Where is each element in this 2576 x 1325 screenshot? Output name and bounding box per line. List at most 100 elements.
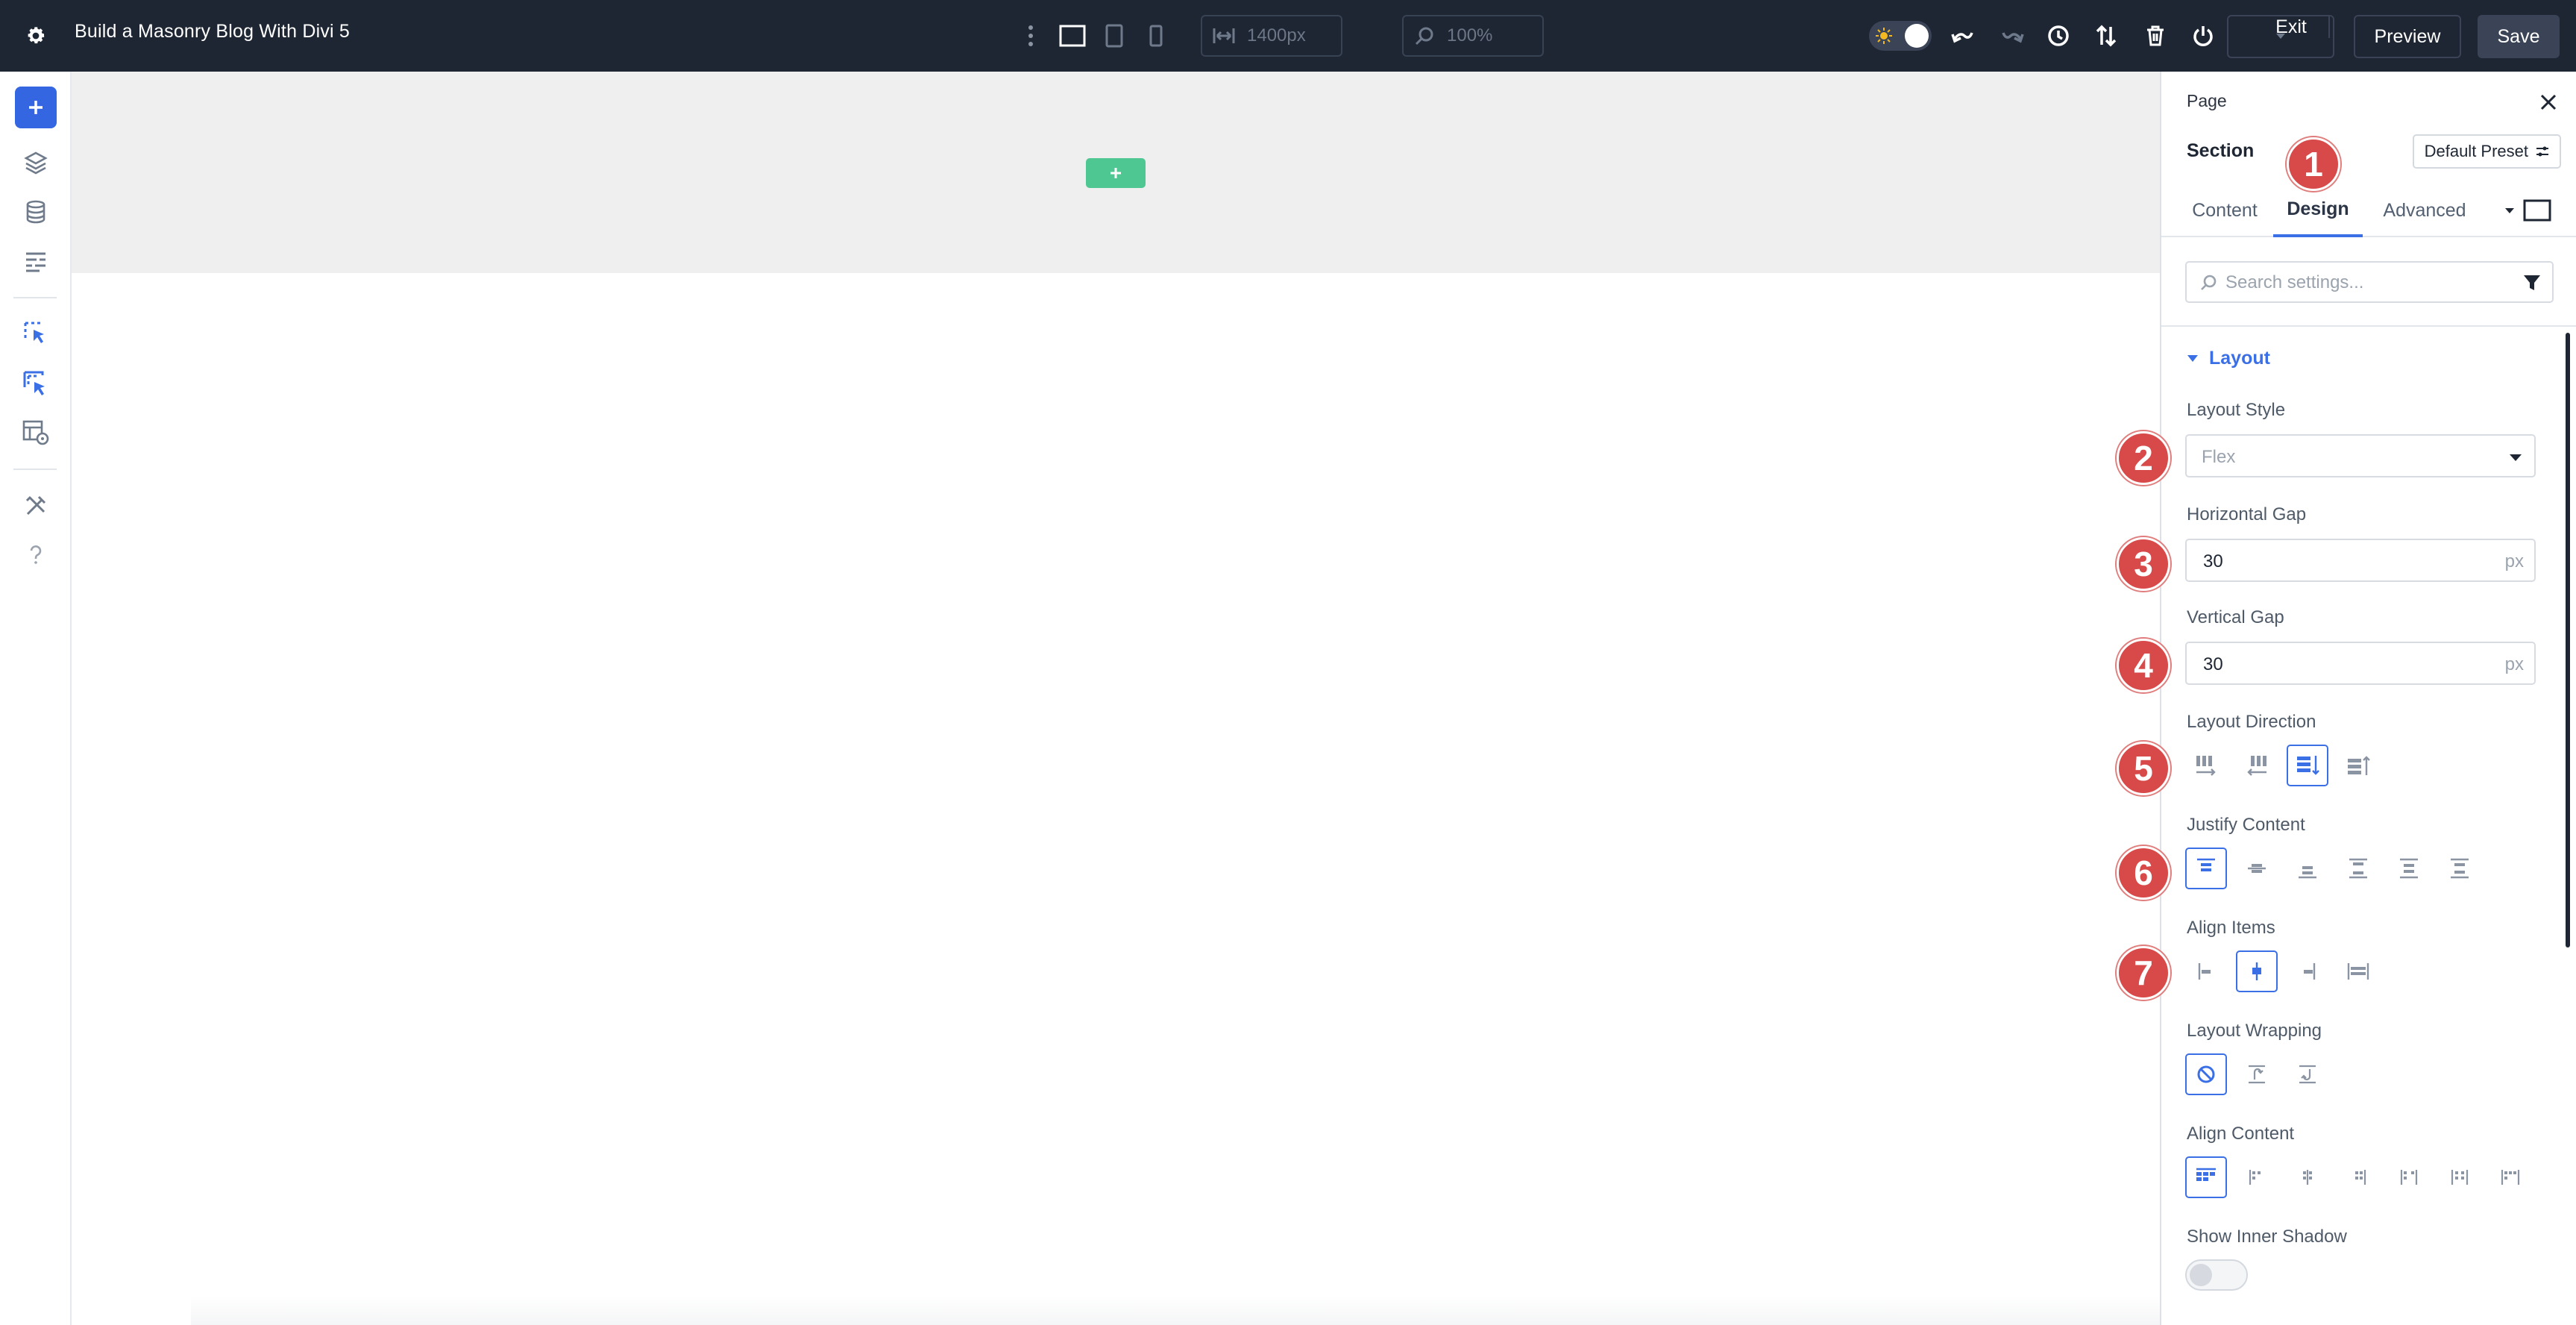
- wrap-icon[interactable]: [2236, 1053, 2278, 1095]
- exit-label: Exit: [2254, 16, 2330, 38]
- panel-view-icon[interactable]: [2522, 198, 2552, 222]
- tab-content[interactable]: Content: [2184, 184, 2266, 237]
- layout-direction-label: Layout Direction: [2187, 712, 2316, 732]
- power-icon[interactable]: [2187, 19, 2220, 52]
- settings-panel: Page Section Default Preset Content Desi…: [2160, 72, 2576, 1325]
- align-center-icon[interactable]: [2236, 950, 2278, 992]
- add-icon[interactable]: [15, 87, 57, 128]
- align-content-space-evenly-icon[interactable]: [2439, 1156, 2481, 1198]
- justify-space-around-icon[interactable]: [2388, 848, 2430, 889]
- plus-icon: [1110, 168, 1121, 178]
- panel-scrollbar[interactable]: [2566, 333, 2570, 947]
- layout-wrapping-label: Layout Wrapping: [2187, 1021, 2322, 1041]
- zoom-value: 100%: [1447, 25, 1493, 46]
- align-stretch-icon[interactable]: [2337, 950, 2379, 992]
- zoom-icon: [1415, 27, 1433, 46]
- width-icon: [1213, 28, 1235, 43]
- undo-icon[interactable]: [1947, 19, 1979, 52]
- vertical-gap-value: 30: [2203, 654, 2223, 674]
- exit-button[interactable]: Exit: [2227, 15, 2334, 58]
- search-icon: [2201, 275, 2217, 290]
- align-content-stretch-icon[interactable]: [2489, 1156, 2531, 1198]
- history-icon[interactable]: [2042, 19, 2075, 52]
- kebab-icon[interactable]: [1022, 21, 1040, 51]
- vertical-gap-unit[interactable]: px: [2505, 654, 2524, 675]
- justify-space-evenly-icon[interactable]: [2439, 848, 2481, 889]
- step-badge: 5: [2117, 742, 2170, 795]
- align-end-icon[interactable]: [2287, 950, 2328, 992]
- align-start-icon[interactable]: [2185, 950, 2227, 992]
- preview-button[interactable]: Preview: [2354, 15, 2461, 58]
- step-badge: 1: [2287, 137, 2340, 191]
- step-badge: 4: [2117, 639, 2170, 692]
- wrap-reverse-icon[interactable]: [2287, 1053, 2328, 1095]
- canvas-shadow: [191, 1295, 2160, 1325]
- justify-center-icon[interactable]: [2236, 848, 2278, 889]
- layers-icon[interactable]: [19, 146, 52, 179]
- horizontal-gap-label: Horizontal Gap: [2187, 504, 2307, 524]
- align-content-space-around-icon[interactable]: [2388, 1156, 2430, 1198]
- justify-space-between-icon[interactable]: [2337, 848, 2379, 889]
- layout-style-select[interactable]: Flex: [2185, 434, 2536, 477]
- tab-design[interactable]: Design: [2273, 184, 2363, 237]
- justify-end-icon[interactable]: [2287, 848, 2328, 889]
- save-button[interactable]: Save: [2478, 15, 2560, 58]
- layout-settings-icon[interactable]: [19, 416, 52, 449]
- caret-down-icon: [2187, 354, 2198, 362]
- divi-builder: Build a Masonry Blog With Divi 5 1400px …: [0, 0, 2576, 1325]
- align-content-center-icon[interactable]: [2236, 1156, 2278, 1198]
- vertical-gap-input[interactable]: 30 px: [2185, 642, 2536, 685]
- width-value: 1400px: [1247, 25, 1306, 46]
- direction-row-icon[interactable]: [2185, 745, 2227, 786]
- direction-column-icon[interactable]: [2287, 745, 2328, 786]
- preset-select[interactable]: Default Preset: [2412, 134, 2561, 169]
- preset-label: Default Preset: [2424, 142, 2528, 160]
- horizontal-gap-unit[interactable]: px: [2505, 551, 2524, 572]
- delete-icon[interactable]: [2139, 19, 2172, 52]
- step-badge: 3: [2117, 537, 2170, 591]
- database-icon[interactable]: [19, 195, 52, 228]
- phone-view-icon[interactable]: [1140, 19, 1172, 52]
- gear-icon[interactable]: [19, 19, 52, 52]
- no-wrap-icon[interactable]: [2185, 1053, 2227, 1095]
- tab-advanced[interactable]: Advanced: [2373, 184, 2476, 237]
- breadcrumb[interactable]: Page: [2187, 91, 2227, 111]
- horizontal-gap-input[interactable]: 30 px: [2185, 539, 2536, 582]
- theme-toggle[interactable]: [1869, 21, 1932, 51]
- align-content-start-icon[interactable]: [2185, 1156, 2227, 1198]
- align-content-space-between-icon[interactable]: [2337, 1156, 2379, 1198]
- zoom-field[interactable]: 100%: [1402, 15, 1544, 57]
- multi-select-icon[interactable]: [19, 367, 52, 400]
- tablet-view-icon[interactable]: [1098, 19, 1131, 52]
- builder-canvas[interactable]: [72, 72, 2160, 1325]
- direction-row-reverse-icon[interactable]: [2236, 745, 2278, 786]
- align-content-label: Align Content: [2187, 1124, 2295, 1144]
- chevron-down-icon: [2510, 454, 2522, 461]
- align-items-label: Align Items: [2187, 918, 2275, 938]
- panel-divider: [2161, 325, 2576, 327]
- justify-start-icon[interactable]: [2185, 848, 2227, 889]
- portability-icon[interactable]: [2090, 19, 2123, 52]
- horizontal-gap-value: 30: [2203, 551, 2223, 571]
- redo-icon[interactable]: [1996, 19, 2029, 52]
- inner-shadow-toggle[interactable]: [2185, 1259, 2248, 1291]
- tools-icon[interactable]: [19, 489, 52, 522]
- width-field[interactable]: 1400px: [1201, 15, 1342, 57]
- layout-style-label: Layout Style: [2187, 400, 2286, 420]
- help-icon[interactable]: [19, 539, 52, 571]
- group-toggle-layout[interactable]: Layout: [2187, 348, 2270, 369]
- select-icon[interactable]: [19, 318, 52, 351]
- wireframe-icon[interactable]: [19, 245, 52, 278]
- panel-header: Page Section Default Preset Content Desi…: [2161, 72, 2576, 237]
- desktop-view-icon[interactable]: [1056, 19, 1089, 52]
- search-settings[interactable]: Search settings...: [2185, 261, 2554, 303]
- direction-column-reverse-icon[interactable]: [2337, 745, 2379, 786]
- align-content-end-icon[interactable]: [2287, 1156, 2328, 1198]
- filter-icon[interactable]: [2521, 272, 2543, 294]
- group-title: Layout: [2209, 348, 2270, 369]
- close-icon[interactable]: [2536, 90, 2561, 115]
- chevron-down-icon[interactable]: [2498, 200, 2521, 222]
- add-row-button[interactable]: [1086, 158, 1146, 188]
- vertical-gap-label: Vertical Gap: [2187, 607, 2284, 627]
- sun-icon: [1876, 28, 1892, 44]
